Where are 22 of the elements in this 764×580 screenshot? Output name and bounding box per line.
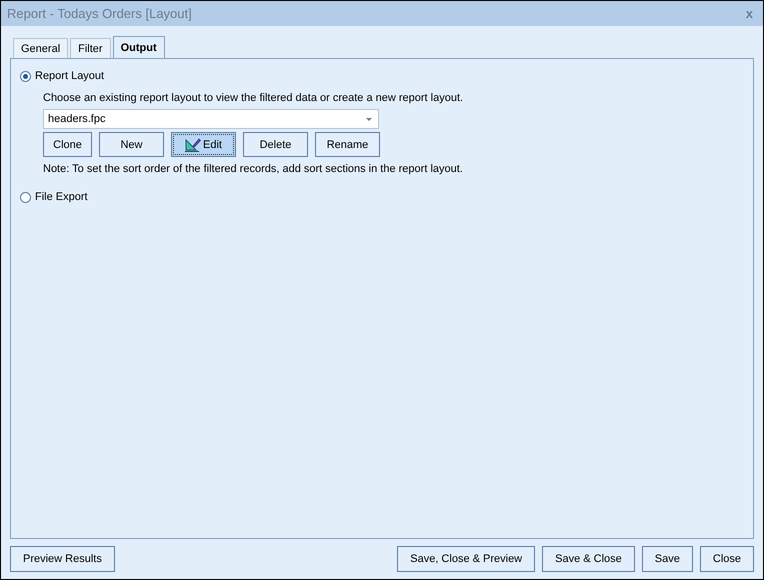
tab[interactable]: General [13, 38, 68, 58]
radio-button[interactable] [20, 70, 31, 82]
description-text: Choose an existing report layout to view the filtered data or create a new report layout. [43, 92, 464, 106]
layout-button[interactable]: Edit [171, 132, 236, 157]
footer-button[interactable]: Preview Results [10, 546, 115, 572]
note-text: Note: To set the sort order of the filtered records, add sort sections in the report layout. [43, 163, 464, 177]
footer-button[interactable]: Save, Close & Preview [397, 546, 536, 572]
tab[interactable]: Output [112, 36, 165, 58]
layout-button[interactable]: Rename [315, 132, 380, 157]
set-square-pencil-icon [185, 137, 202, 152]
footer-button[interactable]: Save & Close [542, 546, 635, 572]
footer-button[interactable]: Save [642, 546, 693, 572]
layout-dropdown[interactable]: headers.fpc [43, 109, 379, 129]
layout-button[interactable]: Delete [243, 132, 308, 157]
window-title: Report - Todays Orders [Layout] [7, 6, 192, 21]
footer-button[interactable]: Close [700, 546, 754, 572]
layout-button[interactable]: Clone [43, 132, 92, 157]
layout-button[interactable]: New [99, 132, 164, 157]
radio-button[interactable] [20, 192, 31, 202]
radio-label: Report Layout [35, 70, 104, 82]
tab[interactable]: Filter [70, 38, 111, 58]
radio-label: File Export [35, 191, 88, 203]
